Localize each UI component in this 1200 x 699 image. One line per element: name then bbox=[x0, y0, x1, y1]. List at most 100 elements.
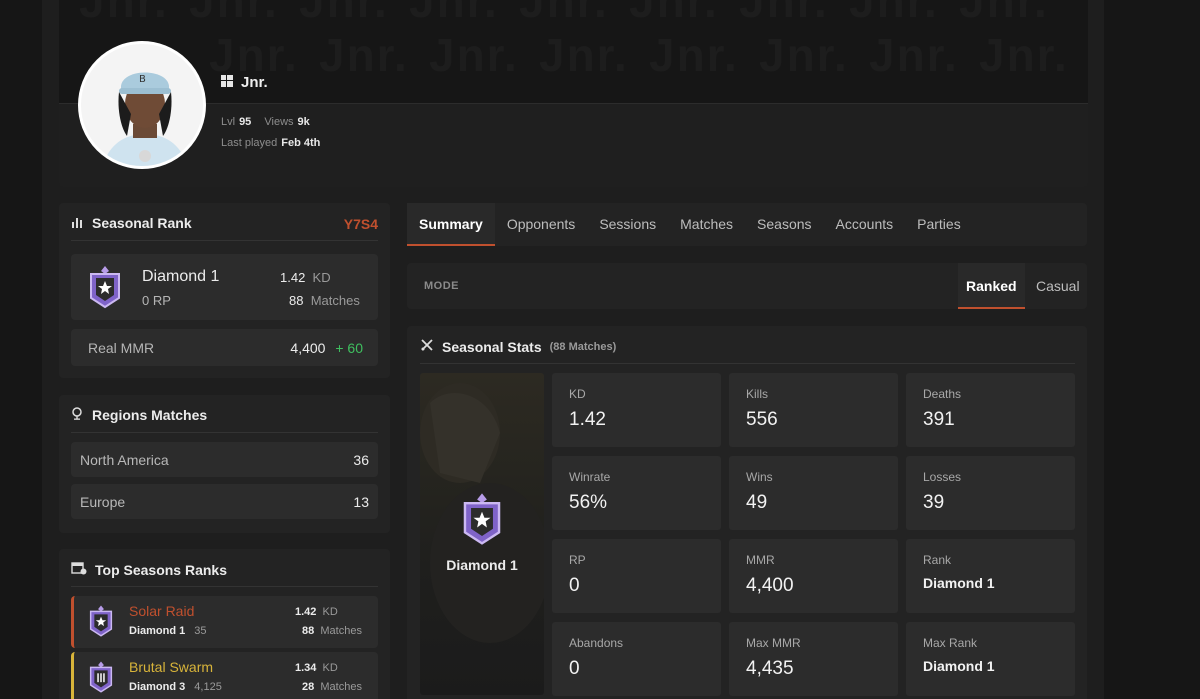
season-matches-label: Matches bbox=[320, 681, 362, 693]
stat-value: Diamond 1 bbox=[923, 575, 995, 591]
regions-title: Regions Matches bbox=[92, 407, 208, 423]
stat-label: Losses bbox=[923, 470, 962, 484]
rank-art-panel: Diamond 1 bbox=[420, 373, 544, 695]
calendar-icon bbox=[71, 561, 87, 578]
season-matches-value: 88 bbox=[302, 625, 315, 637]
card-title: Top Seasons Ranks bbox=[71, 561, 227, 578]
divider bbox=[420, 363, 1075, 364]
windows-icon bbox=[221, 74, 233, 91]
seasonal-stats-card: Seasonal Stats (88 Matches) Diamond 1 KD… bbox=[407, 326, 1087, 699]
banner-watermark: Jnr. bbox=[979, 29, 1069, 81]
banner-watermark: Jnr. bbox=[959, 0, 1049, 27]
stat-winrate: Winrate 56% bbox=[552, 456, 721, 530]
season-rank-line: Diamond 3 4,125 bbox=[129, 681, 222, 693]
season-row[interactable]: Solar Raid Diamond 1 35 1.42 KD 88 Match… bbox=[71, 596, 378, 648]
stat-value: Diamond 1 bbox=[923, 658, 995, 674]
real-mmr-values: 4,400 + 60 bbox=[290, 340, 363, 356]
tab-accounts[interactable]: Accounts bbox=[824, 203, 906, 246]
mode-casual-button[interactable]: Casual bbox=[1028, 263, 1088, 309]
profile-tabs: Summary Opponents Sessions Matches Seaso… bbox=[407, 203, 1087, 246]
season-row[interactable]: Brutal Swarm Diamond 3 4,125 1.34 KD 28 … bbox=[71, 652, 378, 699]
region-count: 36 bbox=[353, 451, 369, 468]
stat-value: 0 bbox=[569, 575, 580, 596]
banner-watermark: Jnr. bbox=[849, 0, 939, 27]
diamond-rank-icon bbox=[87, 604, 115, 643]
stat-label: Max MMR bbox=[746, 636, 801, 650]
kd-value: 1.42 bbox=[280, 270, 306, 285]
kd-stat: 1.42 KD bbox=[280, 270, 331, 285]
top-seasons-title: Top Seasons Ranks bbox=[95, 561, 228, 578]
region-row[interactable]: North America 36 bbox=[71, 442, 378, 477]
level-label: Lvl bbox=[221, 116, 236, 128]
region-name: Europe bbox=[80, 493, 126, 510]
divider bbox=[71, 586, 378, 587]
stat-label: Wins bbox=[746, 470, 773, 484]
season-kd: 1.34 KD bbox=[295, 662, 338, 674]
seasonal-rank-title: Seasonal Rank bbox=[92, 215, 192, 231]
profile-header: Jnr. Jnr. Jnr. Jnr. Jnr. Jnr. Jnr. Jnr. … bbox=[59, 0, 1088, 187]
banner-watermark: Jnr. bbox=[79, 0, 169, 27]
stat-value: 56% bbox=[569, 492, 608, 513]
season-rank-line: Diamond 1 35 bbox=[129, 625, 207, 637]
current-rank-rp: 0 RP bbox=[142, 293, 171, 308]
diamond-rank-icon bbox=[460, 491, 504, 552]
seasonal-rank-card: Seasonal Rank Y7S4 Diamond 1 0 RP 1.42 K… bbox=[59, 203, 390, 378]
mmr-change: + 60 bbox=[335, 340, 363, 356]
season-matches-value: 28 bbox=[302, 681, 315, 693]
stat-value: 4,435 bbox=[746, 658, 794, 679]
region-row[interactable]: Europe 13 bbox=[71, 484, 378, 519]
tab-seasons[interactable]: Seasons bbox=[745, 203, 823, 246]
tab-matches[interactable]: Matches bbox=[668, 203, 745, 246]
mode-ranked-button[interactable]: Ranked bbox=[958, 263, 1025, 309]
card-title: Seasonal Stats (88 Matches) bbox=[420, 338, 616, 355]
banner-watermark: Jnr. bbox=[629, 0, 719, 27]
stat-label: Rank bbox=[923, 553, 952, 567]
region-count: 13 bbox=[353, 493, 369, 510]
regions-card: Regions Matches North America 36 Europe … bbox=[59, 395, 390, 533]
season-mmr: 35 bbox=[194, 625, 207, 637]
player-name: Jnr. bbox=[241, 74, 268, 91]
banner-watermark: Jnr. bbox=[519, 0, 609, 27]
profile-banner: Jnr. Jnr. Jnr. Jnr. Jnr. Jnr. Jnr. Jnr. … bbox=[59, 0, 1088, 104]
banner-watermark: Jnr. bbox=[869, 29, 959, 81]
season-name: Brutal Swarm bbox=[129, 659, 214, 675]
season-rank: Diamond 3 bbox=[129, 681, 186, 693]
banner-watermark: Jnr. bbox=[189, 0, 279, 27]
real-mmr-box: Real MMR 4,400 + 60 bbox=[71, 329, 378, 366]
tab-opponents[interactable]: Opponents bbox=[495, 203, 588, 246]
stat-losses: Losses 39 bbox=[906, 456, 1075, 530]
season-rank: Diamond 1 bbox=[129, 625, 186, 637]
stat-wins: Wins 49 bbox=[729, 456, 898, 530]
tab-sessions[interactable]: Sessions bbox=[587, 203, 668, 246]
season-code: Y7S4 bbox=[343, 216, 378, 232]
banner-watermark: Jnr. bbox=[319, 29, 409, 81]
stat-deaths: Deaths 391 bbox=[906, 373, 1075, 447]
stat-value: 4,400 bbox=[746, 575, 794, 596]
last-played-value: Feb 4th bbox=[281, 137, 321, 149]
diamond-rank-icon bbox=[87, 264, 123, 315]
banner-watermark: Jnr. bbox=[299, 0, 389, 27]
tab-summary[interactable]: Summary bbox=[407, 203, 495, 246]
region-name: North America bbox=[80, 451, 169, 468]
season-kd-value: 1.34 bbox=[295, 662, 317, 674]
banner-watermark: Jnr. bbox=[429, 29, 519, 81]
season-kd-value: 1.42 bbox=[295, 606, 317, 618]
avatar[interactable]: B bbox=[78, 41, 206, 169]
stat-label: Kills bbox=[746, 387, 769, 401]
stat-kd: KD 1.42 bbox=[552, 373, 721, 447]
stat-rp: RP 0 bbox=[552, 539, 721, 613]
season-kd-label: KD bbox=[322, 606, 338, 618]
stat-label: KD bbox=[569, 387, 586, 401]
card-title: Seasonal Rank bbox=[71, 215, 192, 231]
svg-text:B: B bbox=[139, 74, 146, 85]
banner-watermark: Jnr. bbox=[539, 29, 629, 81]
stat-value: 391 bbox=[923, 409, 955, 430]
divider bbox=[71, 240, 378, 241]
card-title: Regions Matches bbox=[71, 407, 207, 423]
globe-icon bbox=[71, 407, 84, 423]
stat-label: Winrate bbox=[569, 470, 611, 484]
season-name: Solar Raid bbox=[129, 603, 195, 619]
banner-watermark: Jnr. bbox=[759, 29, 849, 81]
season-kd-label: KD bbox=[322, 662, 338, 674]
tab-parties[interactable]: Parties bbox=[905, 203, 973, 246]
